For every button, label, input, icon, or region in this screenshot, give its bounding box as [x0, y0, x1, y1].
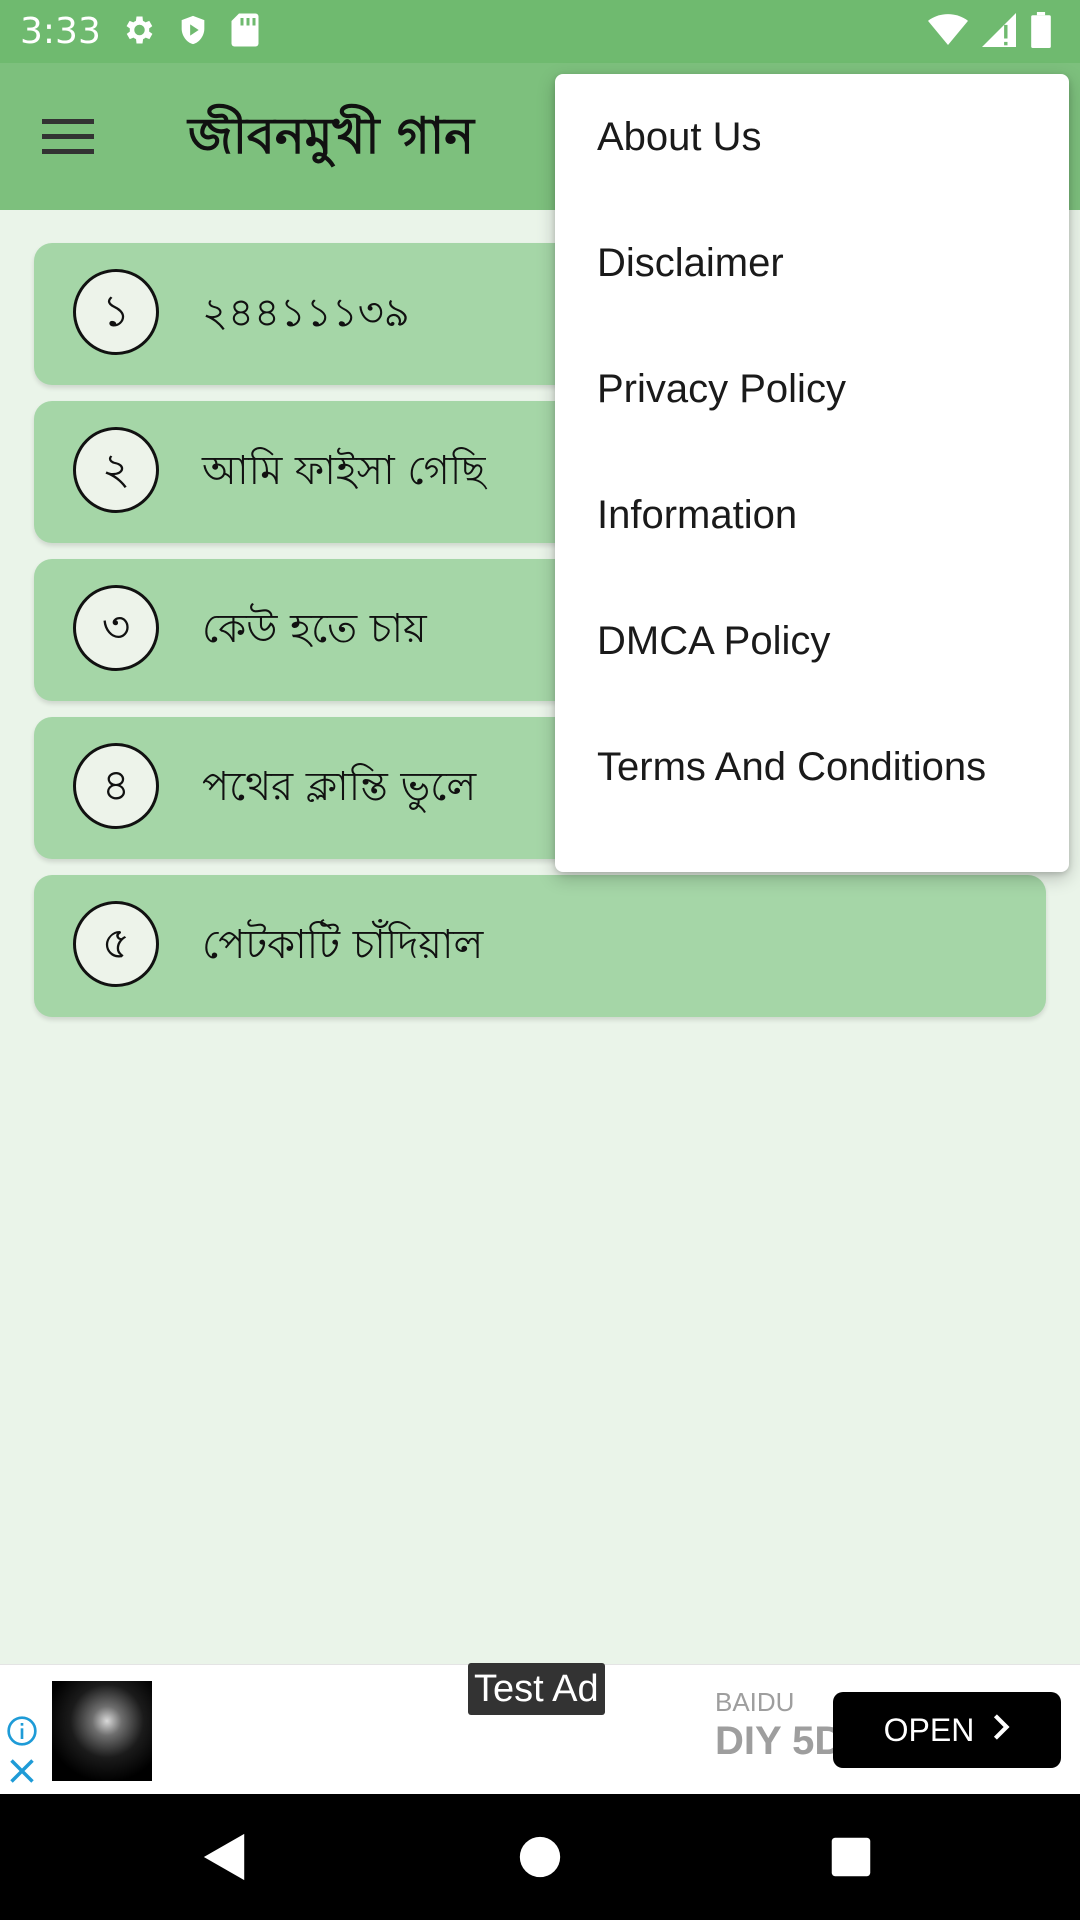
- status-bar: 3:33: [0, 0, 1080, 63]
- close-icon[interactable]: [8, 1757, 36, 1789]
- song-number-badge: ৩: [73, 585, 159, 671]
- back-icon[interactable]: [195, 1827, 255, 1887]
- shield-icon: [176, 12, 210, 48]
- wifi-icon: [928, 13, 968, 47]
- ad-label: Test Ad: [468, 1663, 605, 1715]
- hamburger-menu-icon[interactable]: [38, 107, 98, 167]
- menu-item-information[interactable]: Information: [555, 452, 1069, 578]
- signal-icon: [982, 13, 1016, 47]
- home-icon[interactable]: [510, 1827, 570, 1887]
- ad-open-label: OPEN: [883, 1711, 975, 1748]
- song-title: কেউ হতে চায়: [202, 606, 427, 652]
- navigation-bar: [0, 1794, 1080, 1920]
- song-number-badge: ১: [73, 269, 159, 355]
- song-title: আমি ফাইসা গেছি: [202, 448, 486, 494]
- ad-banner[interactable]: Test Ad BAIDU DIY 5D OPEN: [0, 1663, 1080, 1795]
- page-title: জীবনমুখী গান: [188, 107, 475, 165]
- status-time: 3:33: [20, 11, 101, 52]
- ad-image[interactable]: [52, 1681, 152, 1781]
- list-item[interactable]: ৫ পেটকাটি চাঁদিয়াল: [34, 875, 1046, 1017]
- overflow-menu: About Us Disclaimer Privacy Policy Infor…: [555, 74, 1069, 872]
- song-title: পথের ক্লান্তি ভুলে: [202, 764, 477, 810]
- menu-item-disclaimer[interactable]: Disclaimer: [555, 200, 1069, 326]
- menu-item-privacy-policy[interactable]: Privacy Policy: [555, 326, 1069, 452]
- song-title: পেটকাটি চাঁদিয়াল: [202, 922, 484, 968]
- song-title: ২৪৪১১১৩৯: [202, 290, 410, 336]
- ad-advertiser: BAIDU: [715, 1687, 795, 1717]
- menu-item-terms-and-conditions[interactable]: Terms And Conditions: [555, 704, 1069, 830]
- chevron-right-icon: [992, 1712, 1010, 1749]
- status-icons-left: [120, 12, 260, 48]
- battery-icon: [1030, 12, 1052, 48]
- menu-item-dmca-policy[interactable]: DMCA Policy: [555, 578, 1069, 704]
- status-icons-right: [928, 12, 1052, 48]
- menu-item-about-us[interactable]: About Us: [555, 74, 1069, 200]
- recents-icon[interactable]: [821, 1827, 881, 1887]
- ad-open-button[interactable]: OPEN: [833, 1692, 1061, 1768]
- song-number-badge: ২: [73, 427, 159, 513]
- song-number-badge: ৫: [73, 901, 159, 987]
- gear-icon: [120, 12, 156, 48]
- ad-headline: DIY 5D: [715, 1719, 835, 1763]
- sd-card-icon: [230, 12, 260, 48]
- ad-info-icon[interactable]: [6, 1715, 38, 1751]
- song-number-badge: ৪: [73, 743, 159, 829]
